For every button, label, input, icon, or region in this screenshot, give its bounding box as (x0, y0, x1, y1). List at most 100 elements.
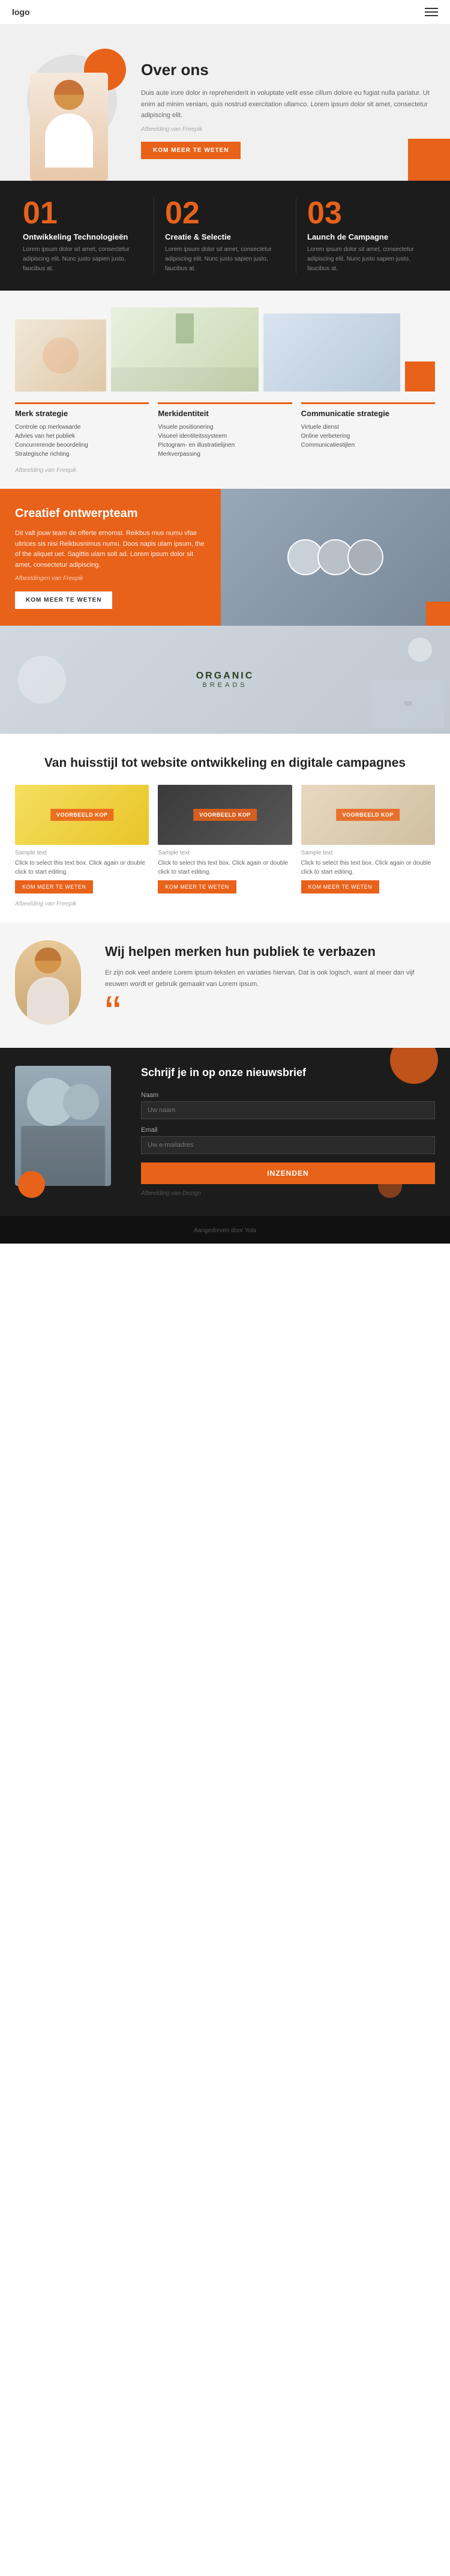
digital-card-label-3: Sample text (301, 850, 435, 856)
digital-card-2: VOORBEELD KOP Sample text Click to selec… (158, 785, 292, 893)
newsletter-photos (15, 1066, 123, 1198)
strategy-img-2 (111, 307, 259, 392)
footer: Aangedreven door Yola (0, 1216, 450, 1244)
design-cta-button[interactable]: KOM MEER TE WETEN (15, 591, 112, 609)
hero-image (18, 49, 126, 181)
form-label-email: Email (141, 1126, 435, 1134)
design-title: Creatief ontwerpteam (15, 506, 206, 521)
digital-card-overlay-3: VOORBEELD KOP (337, 809, 400, 821)
strategy-columns: Merk strategie Controle op merkwaarde Ad… (15, 402, 435, 459)
strategy-item: Merkverpassing (158, 450, 292, 459)
digital-card-label-2: Sample text (158, 850, 292, 856)
product-image: ORGANIC BREADS ⌨ (0, 626, 450, 734)
number-text-2: Lorem ipsum dolor sit amet, consectetur … (165, 245, 285, 274)
design-team-section: Creatief ontwerpteam Dit valt jouw team … (0, 489, 450, 626)
strategy-col-title-3: Communicatie strategie (301, 402, 435, 418)
digital-title: Van huisstijl tot website ontwikkeling e… (15, 755, 435, 771)
digital-card-label-1: Sample text (15, 850, 149, 856)
number-title-3: Launch de Campagne (307, 232, 427, 241)
number-title-2: Creatie & Selectie (165, 232, 285, 241)
strategy-item: Controle op merkwaarde (15, 423, 149, 432)
strategy-img-1 (15, 319, 106, 392)
digital-card-1: VOORBEELD KOP Sample text Click to selec… (15, 785, 149, 893)
digital-card-cta-3[interactable]: KOM MEER TE WETEN (301, 880, 379, 893)
digital-card-cta-1[interactable]: KOM MEER TE WETEN (15, 880, 93, 893)
hamburger-menu[interactable] (425, 8, 438, 16)
number-text-1: Lorem ipsum dolor sit amet, consectetur … (23, 245, 143, 274)
product-brand-name: ORGANIC (196, 671, 254, 682)
design-credit: Afbeeldingen van Freepik (15, 575, 206, 582)
hero-text: Duis aute irure dolor in reprehenderit i… (141, 88, 432, 121)
form-label-name: Naam (141, 1092, 435, 1099)
product-brand: ORGANIC BREADS (196, 671, 254, 689)
strategy-section: Merk strategie Controle op merkwaarde Ad… (0, 291, 450, 489)
strategy-item: Strategische richting (15, 450, 149, 459)
digital-card-overlay-2: VOORBEELD KOP (193, 809, 257, 821)
nav-logo: logo (12, 7, 30, 17)
strategy-col-title-2: Merkidentiteit (158, 402, 292, 418)
design-text: Dit valt jouw team de offerte ernomst. R… (15, 528, 206, 570)
strategy-orange-block (405, 361, 435, 392)
digital-card-cta-2[interactable]: KOM MEER TE WETEN (158, 880, 236, 893)
digital-section: Van huisstijl tot website ontwikkeling e… (0, 734, 450, 922)
help-quote-mark: “ (105, 996, 435, 1030)
strategy-img-3 (263, 313, 400, 392)
strategy-item: Visuele positionering (158, 423, 292, 432)
digital-card-desc-2: Click to select this text box. Click aga… (158, 859, 292, 877)
strategy-item: Pictogram- en illustratielijnen (158, 441, 292, 450)
number-title-1: Ontwikkeling Technologieën (23, 232, 143, 241)
form-input-email[interactable] (141, 1136, 435, 1154)
product-section: ORGANIC BREADS ⌨ (0, 626, 450, 734)
strategy-images (15, 307, 435, 392)
hero-content: Over ons Duis aute irure dolor in repreh… (141, 49, 432, 159)
newsletter-form: Schrijf je in op onze nieuwsbrief Naam E… (141, 1066, 435, 1197)
digital-credit: Afbeelding van Freepik (15, 901, 435, 907)
help-section: Wij helpen merken hun publiek te verbaze… (0, 922, 450, 1048)
help-photo (15, 940, 93, 1024)
number-item-3: 03 Launch de Campagne Lorem ipsum dolor … (296, 198, 438, 274)
help-content: Wij helpen merken hun publiek te verbaze… (105, 940, 435, 1030)
digital-cards: VOORBEELD KOP Sample text Click to selec… (15, 785, 435, 893)
hero-cta-button[interactable]: KOM MEER TE WETEN (141, 142, 241, 159)
strategy-col-3: Communicatie strategie Virtuele dienst O… (301, 402, 435, 459)
strategy-item: Online verbetering (301, 432, 435, 441)
number-2: 02 (165, 198, 285, 229)
strategy-credit: Afbeelding van Freepik (15, 467, 435, 474)
strategy-item: Virtuele dienst (301, 423, 435, 432)
strategy-col-title-1: Merk strategie (15, 402, 149, 418)
newsletter-submit-button[interactable]: INZENDEN (141, 1163, 435, 1184)
strategy-item: Concurrerende beoordeling (15, 441, 149, 450)
hero-section: Over ons Duis aute irure dolor in repreh… (0, 25, 450, 181)
number-item-1: 01 Ontwikkeling Technologieën Lorem ipsu… (12, 198, 154, 274)
digital-card-desc-1: Click to select this text box. Click aga… (15, 859, 149, 877)
form-field-email: Email (141, 1126, 435, 1154)
strategy-item: Communicatiestijlen (301, 441, 435, 450)
newsletter-credit: Afbeelding van Dezign (141, 1190, 435, 1197)
navbar: logo (0, 0, 450, 25)
number-1: 01 (23, 198, 143, 229)
design-right (221, 489, 450, 626)
form-input-name[interactable] (141, 1101, 435, 1119)
help-title: Wij helpen merken hun publiek te verbaze… (105, 943, 435, 961)
product-brand-sub: BREADS (196, 682, 254, 689)
digital-card-overlay-1: VOORBEELD KOP (50, 809, 114, 821)
hero-credit: Afbeelding van Freepik (141, 126, 432, 133)
strategy-item: Advies van het publiek (15, 432, 149, 441)
strategy-col-2: Merkidentiteit Visuele positionering Vis… (158, 402, 292, 459)
footer-text: Aangedreven door Yola (194, 1227, 256, 1234)
newsletter-section: Schrijf je in op onze nieuwsbrief Naam E… (0, 1048, 450, 1216)
hero-title: Over ons (141, 61, 432, 79)
strategy-col-1: Merk strategie Controle op merkwaarde Ad… (15, 402, 149, 459)
strategy-item: Visueel identiteitssysteem (158, 432, 292, 441)
digital-card-3: VOORBEELD KOP Sample text Click to selec… (301, 785, 435, 893)
help-text: Er zijn ook veel andere Lorem ipsum-teks… (105, 967, 435, 990)
newsletter-inner: Schrijf je in op onze nieuwsbrief Naam E… (15, 1066, 435, 1198)
number-item-2: 02 Creatie & Selectie Lorem ipsum dolor … (154, 198, 296, 274)
number-3: 03 (307, 198, 427, 229)
numbers-section: 01 Ontwikkeling Technologieën Lorem ipsu… (0, 181, 450, 291)
newsletter-title: Schrijf je in op onze nieuwsbrief (141, 1066, 435, 1080)
form-field-name: Naam (141, 1092, 435, 1119)
digital-card-desc-3: Click to select this text box. Click aga… (301, 859, 435, 877)
number-text-3: Lorem ipsum dolor sit amet, consectetur … (307, 245, 427, 274)
design-left: Creatief ontwerpteam Dit valt jouw team … (0, 489, 221, 626)
